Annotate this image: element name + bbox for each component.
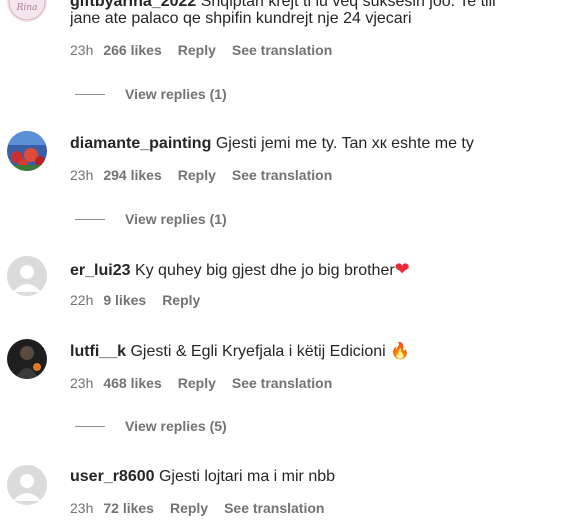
reply-button[interactable]: Reply <box>178 42 216 58</box>
comment-text: Ky quhey big gjest dhe jo big brother <box>134 262 395 279</box>
comment-meta: 23h 294 likes Reply See translation <box>70 165 332 185</box>
comment-text-line: jane ate palaco qe shpifin kundrejt nje … <box>70 8 569 30</box>
default-avatar-icon[interactable] <box>7 465 47 505</box>
avatar-image <box>7 339 47 379</box>
default-avatar-icon[interactable] <box>7 256 47 296</box>
heart-emoji-icon: ❤ <box>394 259 410 279</box>
reply-button[interactable]: Reply <box>170 500 208 516</box>
comment-username[interactable]: er_lui23 <box>70 262 130 279</box>
comment-text-line: diamante_painting Gjesti jemi me ty. Tan… <box>70 133 569 155</box>
comment-text-line: lutfi__k Gjesti & Egli Kryefjala i këtij… <box>70 341 569 363</box>
comment-likes[interactable]: 468 likes <box>103 375 161 391</box>
see-translation-button[interactable]: See translation <box>232 167 332 183</box>
view-replies-label: View replies (5) <box>125 418 227 434</box>
fire-emoji-icon: 🔥 <box>390 343 411 360</box>
reply-button[interactable]: Reply <box>178 375 216 391</box>
reply-button[interactable]: Reply <box>162 292 200 308</box>
avatar[interactable] <box>7 131 47 171</box>
comment-text: Gjesti lojtari ma i mir nbb <box>158 468 336 485</box>
replies-divider <box>75 218 105 220</box>
see-translation-button[interactable]: See translation <box>232 375 332 391</box>
avatar-image <box>7 131 47 171</box>
comment-text-line: user_r8600 Gjesti lojtari ma i mir nbb <box>70 466 569 488</box>
comment-time[interactable]: 23h <box>70 500 93 516</box>
avatar[interactable] <box>7 339 47 379</box>
comment-likes[interactable]: 9 likes <box>103 292 146 308</box>
comment-time[interactable]: 23h <box>70 42 93 58</box>
comment-likes[interactable]: 72 likes <box>103 500 154 516</box>
comment-text: Gjesti jemi me ty. Tan xк eshte me ty <box>215 135 474 152</box>
view-replies-button[interactable]: View replies (5) <box>75 416 227 436</box>
comment-likes[interactable]: 294 likes <box>103 167 161 183</box>
view-replies-label: View replies (1) <box>125 86 227 102</box>
comment-meta: 22h 9 likes Reply <box>70 290 200 310</box>
comment-likes[interactable]: 266 likes <box>103 42 161 58</box>
comment-username[interactable]: diamante_painting <box>70 135 211 152</box>
comment-text: Gjesti & Egli Kryefjala i këtij Edicioni <box>130 343 386 360</box>
view-replies-button[interactable]: View replies (1) <box>75 84 227 104</box>
view-replies-button[interactable]: View replies (1) <box>75 209 227 229</box>
svg-text:Rina: Rina <box>16 3 38 13</box>
view-replies-label: View replies (1) <box>125 211 227 227</box>
avatar-image: Rina <box>7 0 47 22</box>
avatar-image <box>7 465 47 505</box>
comment-text-line: er_lui23 Ky quhey big gjest dhe jo big b… <box>70 258 569 282</box>
comment-username[interactable]: user_r8600 <box>70 468 155 485</box>
replies-divider <box>75 425 105 427</box>
see-translation-button[interactable]: See translation <box>224 500 324 516</box>
see-translation-button[interactable]: See translation <box>232 42 332 58</box>
comment-username[interactable]: lutfi__k <box>70 343 126 360</box>
comment-time[interactable]: 23h <box>70 375 93 391</box>
comment-meta: 23h 468 likes Reply See translation <box>70 373 332 393</box>
comment-time[interactable]: 22h <box>70 292 93 308</box>
comment-meta: 23h 266 likes Reply See translation <box>70 40 332 60</box>
comment-time[interactable]: 23h <box>70 167 93 183</box>
comment-meta: 23h 72 likes Reply See translation <box>70 498 324 518</box>
comment-text: jane ate palaco qe shpifin kundrejt nje … <box>70 10 412 27</box>
replies-divider <box>75 93 105 95</box>
avatar[interactable]: Rina <box>7 0 47 22</box>
avatar-image <box>7 256 47 296</box>
reply-button[interactable]: Reply <box>178 167 216 183</box>
